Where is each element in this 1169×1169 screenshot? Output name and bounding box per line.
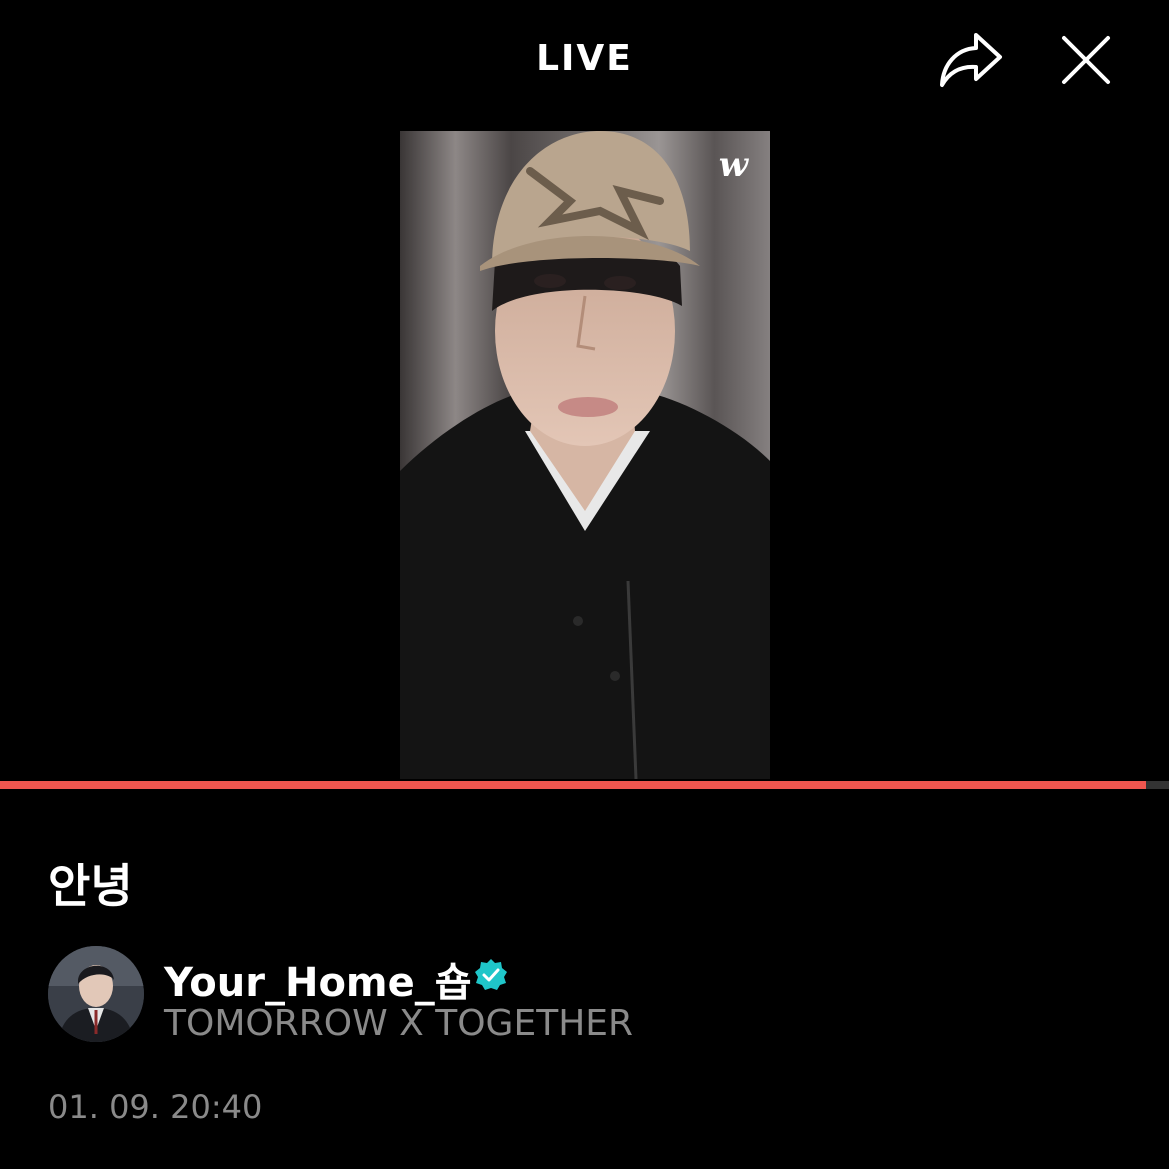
broadcast-timestamp: 01. 09. 20:40: [48, 1088, 263, 1126]
close-icon: [1062, 36, 1110, 84]
video-frame-image: [400, 131, 770, 779]
share-button[interactable]: [932, 22, 1008, 98]
share-icon: [940, 33, 1002, 87]
playback-progress-bar[interactable]: [0, 781, 1169, 789]
live-video[interactable]: w: [400, 131, 770, 779]
watermark-logo: w: [718, 145, 748, 185]
channel-avatar[interactable]: [48, 946, 144, 1042]
live-title: 안녕: [48, 859, 133, 913]
channel-name[interactable]: Your_Home_숍: [164, 950, 472, 1008]
avatar-image: [48, 946, 144, 1042]
verified-badge-icon: [475, 959, 507, 990]
group-name: TOMORROW X TOGETHER: [164, 1003, 634, 1044]
close-button[interactable]: [1048, 22, 1124, 98]
progress-fill: [0, 781, 1146, 789]
